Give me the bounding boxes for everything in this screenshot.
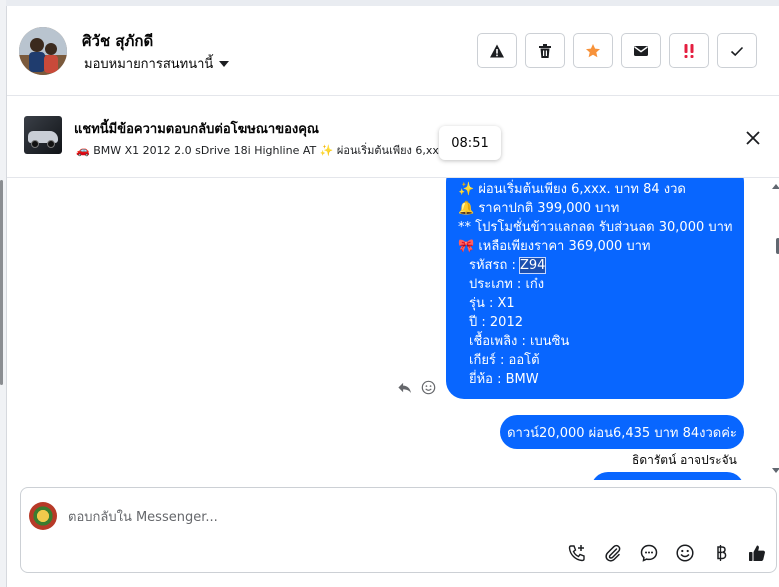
message-line: 🔔 ราคาปกติ 399,000 บาท xyxy=(458,201,620,216)
close-banner-button[interactable] xyxy=(744,129,762,147)
message-line: ประเภท : เก๋ง xyxy=(469,277,545,292)
check-icon xyxy=(730,46,744,56)
message-line: ปี : 2012 xyxy=(469,315,523,330)
star-icon xyxy=(586,43,600,57)
ad-thumbnail[interactable] xyxy=(24,116,62,154)
composer-tools xyxy=(566,542,768,564)
attach-button[interactable] xyxy=(602,542,624,564)
emoji-button[interactable] xyxy=(674,542,696,564)
paperclip-icon xyxy=(605,544,621,562)
phone-add-icon xyxy=(568,545,585,562)
close-icon xyxy=(746,131,760,145)
user-name[interactable]: ศิวัช สุภักดี xyxy=(82,29,153,53)
emoji-icon xyxy=(676,544,694,562)
trash-icon xyxy=(539,43,551,58)
like-button[interactable] xyxy=(746,542,768,564)
page-avatar xyxy=(29,502,57,530)
scroll-down-arrow-icon[interactable] xyxy=(772,468,779,473)
caret-down-icon xyxy=(219,60,230,67)
scroll-up-arrow-icon[interactable] xyxy=(772,184,779,189)
composer xyxy=(20,487,777,573)
baht-icon xyxy=(717,545,727,561)
left-scroll-indicator xyxy=(0,180,3,385)
double-exclamation-icon xyxy=(684,43,694,58)
wheel xyxy=(47,140,55,148)
reply-icon xyxy=(397,382,411,393)
chat-bubble-icon xyxy=(640,544,658,562)
react-button[interactable] xyxy=(419,378,437,396)
message-line: เชื้อเพลิง : เบนซิน xyxy=(469,334,570,349)
avatar[interactable] xyxy=(19,27,67,75)
ad-reply-banner: แชทนี้มีข้อความตอบกลับต่อโฆษณาของคุณ 🚗 B… xyxy=(7,96,779,178)
conversation-header: ศิวัช สุภักดี มอบหมายการสนทนานี้ xyxy=(7,6,779,96)
wheel xyxy=(31,140,39,148)
delete-button[interactable] xyxy=(525,33,565,68)
mark-unread-button[interactable] xyxy=(621,33,661,68)
follow-up-button[interactable] xyxy=(669,33,709,68)
sender-name: ธิดารัตน์ อาจประจัน xyxy=(632,453,737,467)
car-code-label: รหัสรถ : xyxy=(469,258,520,273)
message-bubble[interactable]: ดาวน์20,000 ผ่อน6,435 บาท 84งวดค่ะ xyxy=(500,415,744,449)
saved-reply-button[interactable] xyxy=(638,542,660,564)
payment-button[interactable] xyxy=(710,542,732,564)
message-line: รุ่น : X1 xyxy=(469,296,515,311)
assign-conversation-dropdown[interactable]: มอบหมายการสนทนานี้ xyxy=(84,53,230,74)
message-bubble-partial[interactable] xyxy=(591,472,744,480)
car-code-value: Z94 xyxy=(518,257,547,274)
message-bubble[interactable]: ✨ ผ่อนเริ่มต้นเพียง 6,xxx. บาท 84 งวด 🔔 … xyxy=(446,178,744,399)
message-list[interactable]: ✨ ผ่อนเริ่มต้นเพียง 6,xxx. บาท 84 งวด 🔔 … xyxy=(7,178,779,480)
banner-subtitle[interactable]: 🚗 BMW X1 2012 2.0 sDrive 18i Highline AT… xyxy=(76,141,448,159)
assign-label: มอบหมายการสนทนานี้ xyxy=(84,57,214,72)
smiley-icon xyxy=(421,380,435,394)
report-button[interactable] xyxy=(477,33,517,68)
timestamp-tooltip: 08:51 xyxy=(439,126,501,160)
car-code-line: รหัสรถ : Z94 xyxy=(458,256,732,275)
message-line: ยี่ห้อ : BMW xyxy=(469,372,539,387)
banner-title: แชทนี้มีข้อความตอบกลับต่อโฆษณาของคุณ xyxy=(74,122,319,137)
reply-input[interactable] xyxy=(68,506,728,528)
avatar-photo xyxy=(19,27,67,75)
header-actions xyxy=(477,33,757,68)
message-line: ** โปรโมชั่นข้าวแลกลด รับส่วนลด 30,000 บ… xyxy=(458,220,733,235)
thumbs-up-icon xyxy=(749,545,765,561)
message-line: 🎀 เหลือเพียงราคา 369,000 บาท xyxy=(458,239,651,254)
call-button[interactable] xyxy=(566,542,588,564)
star-button[interactable] xyxy=(573,33,613,68)
scrollbar[interactable] xyxy=(772,178,779,480)
warning-icon xyxy=(490,44,504,57)
message-actions xyxy=(395,378,437,396)
conversation-panel: ศิวัช สุภักดี มอบหมายการสนทนานี้ แชทนี้ม… xyxy=(6,6,779,587)
reply-button[interactable] xyxy=(395,378,413,396)
mark-done-button[interactable] xyxy=(717,33,757,68)
message-line: เกียร์ : ออโต้ xyxy=(469,353,540,368)
message-line: ✨ ผ่อนเริ่มต้นเพียง 6,xxx. บาท 84 งวด xyxy=(458,182,686,197)
envelope-icon xyxy=(634,45,648,56)
